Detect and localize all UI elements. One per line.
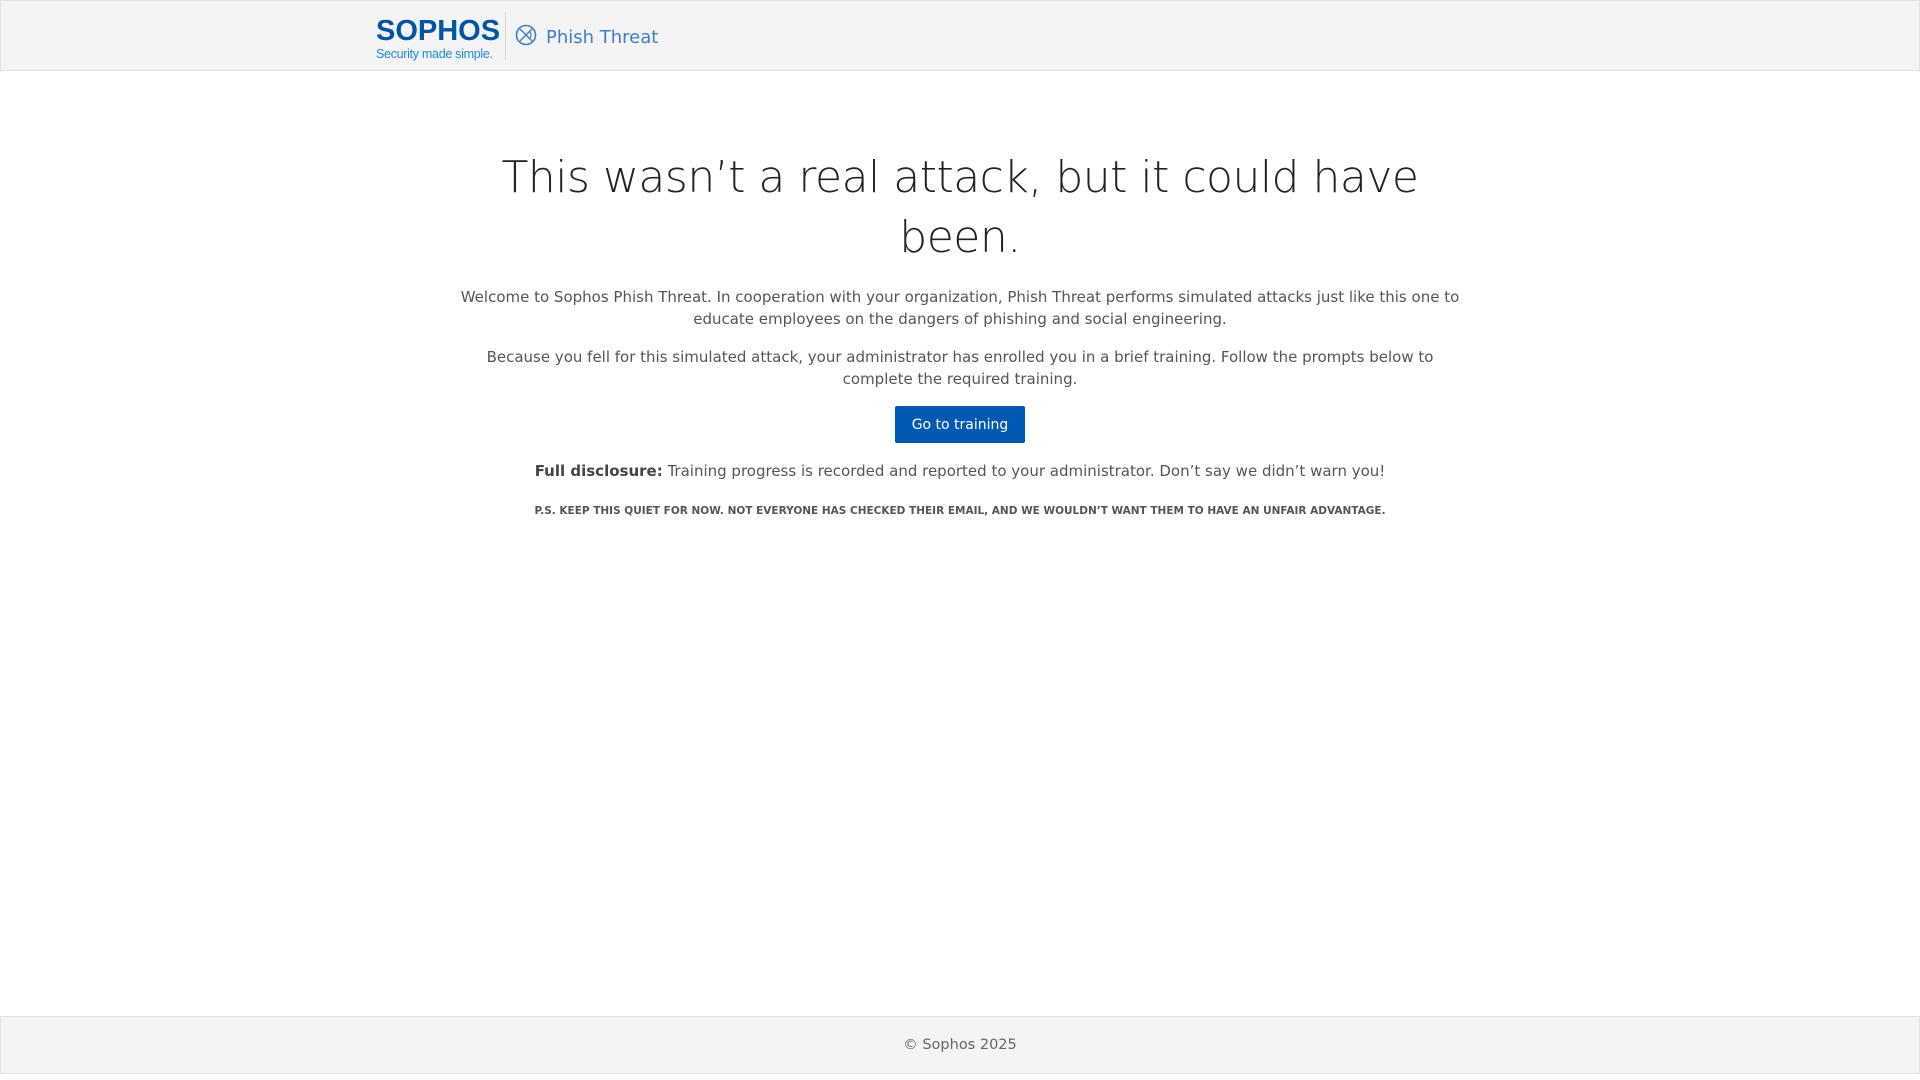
disclosure-label: Full disclosure: xyxy=(534,462,663,480)
header-divider xyxy=(505,12,506,60)
product-name: Phish Threat xyxy=(546,26,659,48)
intro-text: Welcome to Sophos Phish Threat. In coope… xyxy=(460,288,1460,328)
enrolled-text: Because you fell for this simulated atta… xyxy=(486,348,1434,388)
ps-note: P.S. KEEP THIS QUIET FOR NOW. NOT EVERYO… xyxy=(534,505,1386,517)
header: SOPHOS Security made simple. Phish Threa… xyxy=(0,0,1920,71)
disclosure-text: Full disclosure: Training progress is re… xyxy=(460,460,1460,482)
logo-wordmark: SOPHOS xyxy=(376,15,501,47)
main-content: This wasn’t a real attack, but it could … xyxy=(460,148,1460,522)
sophos-logo[interactable]: SOPHOS Security made simple. xyxy=(376,15,501,62)
logo-tagline: Security made simple. xyxy=(376,47,493,61)
disclosure-body: Training progress is recorded and report… xyxy=(662,462,1386,480)
go-to-training-button[interactable]: Go to training xyxy=(895,406,1025,443)
phish-threat-icon xyxy=(515,24,537,50)
product-title: Phish Threat xyxy=(515,24,658,50)
copyright: © Sophos 2025 xyxy=(903,1037,1017,1053)
page-title: This wasn’t a real attack, but it could … xyxy=(501,152,1419,263)
footer: © Sophos 2025 xyxy=(0,1016,1920,1074)
